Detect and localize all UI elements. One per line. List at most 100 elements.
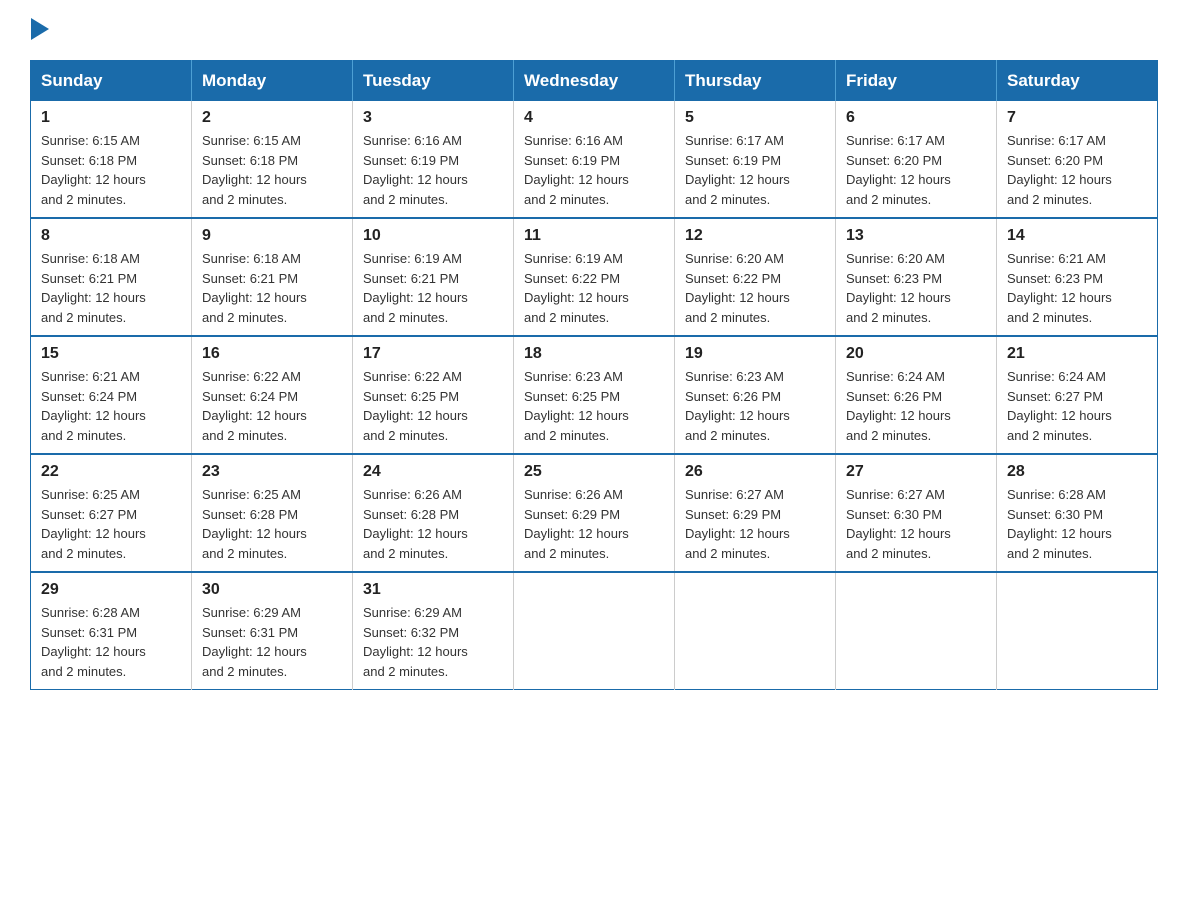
calendar-cell: 24 Sunrise: 6:26 AM Sunset: 6:28 PM Dayl… <box>353 454 514 572</box>
day-info: Sunrise: 6:29 AM Sunset: 6:31 PM Dayligh… <box>202 603 342 681</box>
weekday-header-tuesday: Tuesday <box>353 61 514 102</box>
calendar-cell <box>997 572 1158 690</box>
calendar-week-row: 29 Sunrise: 6:28 AM Sunset: 6:31 PM Dayl… <box>31 572 1158 690</box>
calendar-cell: 20 Sunrise: 6:24 AM Sunset: 6:26 PM Dayl… <box>836 336 997 454</box>
day-number: 27 <box>846 463 986 481</box>
day-number: 18 <box>524 345 664 363</box>
day-number: 2 <box>202 109 342 127</box>
day-number: 11 <box>524 227 664 245</box>
day-info: Sunrise: 6:19 AM Sunset: 6:21 PM Dayligh… <box>363 249 503 327</box>
day-info: Sunrise: 6:24 AM Sunset: 6:26 PM Dayligh… <box>846 367 986 445</box>
calendar-cell: 27 Sunrise: 6:27 AM Sunset: 6:30 PM Dayl… <box>836 454 997 572</box>
day-number: 30 <box>202 581 342 599</box>
calendar-cell: 21 Sunrise: 6:24 AM Sunset: 6:27 PM Dayl… <box>997 336 1158 454</box>
weekday-header-monday: Monday <box>192 61 353 102</box>
logo-text <box>30 20 50 42</box>
logo-arrow-icon <box>31 18 49 40</box>
day-info: Sunrise: 6:27 AM Sunset: 6:29 PM Dayligh… <box>685 485 825 563</box>
day-info: Sunrise: 6:17 AM Sunset: 6:20 PM Dayligh… <box>1007 131 1147 209</box>
day-info: Sunrise: 6:22 AM Sunset: 6:24 PM Dayligh… <box>202 367 342 445</box>
weekday-header-saturday: Saturday <box>997 61 1158 102</box>
day-info: Sunrise: 6:22 AM Sunset: 6:25 PM Dayligh… <box>363 367 503 445</box>
calendar-cell: 8 Sunrise: 6:18 AM Sunset: 6:21 PM Dayli… <box>31 218 192 336</box>
weekday-header-sunday: Sunday <box>31 61 192 102</box>
day-info: Sunrise: 6:21 AM Sunset: 6:24 PM Dayligh… <box>41 367 181 445</box>
day-number: 3 <box>363 109 503 127</box>
calendar-week-row: 15 Sunrise: 6:21 AM Sunset: 6:24 PM Dayl… <box>31 336 1158 454</box>
calendar-cell: 30 Sunrise: 6:29 AM Sunset: 6:31 PM Dayl… <box>192 572 353 690</box>
calendar-cell: 2 Sunrise: 6:15 AM Sunset: 6:18 PM Dayli… <box>192 101 353 218</box>
day-number: 1 <box>41 109 181 127</box>
day-info: Sunrise: 6:16 AM Sunset: 6:19 PM Dayligh… <box>524 131 664 209</box>
day-number: 23 <box>202 463 342 481</box>
day-number: 21 <box>1007 345 1147 363</box>
day-number: 8 <box>41 227 181 245</box>
day-info: Sunrise: 6:26 AM Sunset: 6:29 PM Dayligh… <box>524 485 664 563</box>
day-info: Sunrise: 6:25 AM Sunset: 6:28 PM Dayligh… <box>202 485 342 563</box>
calendar-cell: 17 Sunrise: 6:22 AM Sunset: 6:25 PM Dayl… <box>353 336 514 454</box>
day-info: Sunrise: 6:20 AM Sunset: 6:22 PM Dayligh… <box>685 249 825 327</box>
calendar-week-row: 1 Sunrise: 6:15 AM Sunset: 6:18 PM Dayli… <box>31 101 1158 218</box>
calendar-cell: 25 Sunrise: 6:26 AM Sunset: 6:29 PM Dayl… <box>514 454 675 572</box>
day-info: Sunrise: 6:27 AM Sunset: 6:30 PM Dayligh… <box>846 485 986 563</box>
calendar-cell: 26 Sunrise: 6:27 AM Sunset: 6:29 PM Dayl… <box>675 454 836 572</box>
day-info: Sunrise: 6:23 AM Sunset: 6:26 PM Dayligh… <box>685 367 825 445</box>
day-info: Sunrise: 6:24 AM Sunset: 6:27 PM Dayligh… <box>1007 367 1147 445</box>
day-number: 13 <box>846 227 986 245</box>
calendar-cell <box>514 572 675 690</box>
calendar-cell: 1 Sunrise: 6:15 AM Sunset: 6:18 PM Dayli… <box>31 101 192 218</box>
day-info: Sunrise: 6:20 AM Sunset: 6:23 PM Dayligh… <box>846 249 986 327</box>
calendar-cell <box>675 572 836 690</box>
day-number: 10 <box>363 227 503 245</box>
day-number: 22 <box>41 463 181 481</box>
calendar-header-row: SundayMondayTuesdayWednesdayThursdayFrid… <box>31 61 1158 102</box>
calendar-cell: 6 Sunrise: 6:17 AM Sunset: 6:20 PM Dayli… <box>836 101 997 218</box>
calendar-cell: 29 Sunrise: 6:28 AM Sunset: 6:31 PM Dayl… <box>31 572 192 690</box>
day-info: Sunrise: 6:18 AM Sunset: 6:21 PM Dayligh… <box>202 249 342 327</box>
calendar-cell: 16 Sunrise: 6:22 AM Sunset: 6:24 PM Dayl… <box>192 336 353 454</box>
day-number: 14 <box>1007 227 1147 245</box>
day-info: Sunrise: 6:21 AM Sunset: 6:23 PM Dayligh… <box>1007 249 1147 327</box>
calendar-cell: 3 Sunrise: 6:16 AM Sunset: 6:19 PM Dayli… <box>353 101 514 218</box>
day-number: 19 <box>685 345 825 363</box>
calendar-cell: 9 Sunrise: 6:18 AM Sunset: 6:21 PM Dayli… <box>192 218 353 336</box>
calendar-cell: 23 Sunrise: 6:25 AM Sunset: 6:28 PM Dayl… <box>192 454 353 572</box>
day-number: 12 <box>685 227 825 245</box>
logo <box>30 20 50 42</box>
calendar-cell <box>836 572 997 690</box>
day-number: 20 <box>846 345 986 363</box>
calendar-cell: 13 Sunrise: 6:20 AM Sunset: 6:23 PM Dayl… <box>836 218 997 336</box>
day-info: Sunrise: 6:17 AM Sunset: 6:20 PM Dayligh… <box>846 131 986 209</box>
calendar-table: SundayMondayTuesdayWednesdayThursdayFrid… <box>30 60 1158 690</box>
calendar-cell: 11 Sunrise: 6:19 AM Sunset: 6:22 PM Dayl… <box>514 218 675 336</box>
day-info: Sunrise: 6:18 AM Sunset: 6:21 PM Dayligh… <box>41 249 181 327</box>
calendar-cell: 4 Sunrise: 6:16 AM Sunset: 6:19 PM Dayli… <box>514 101 675 218</box>
calendar-cell: 5 Sunrise: 6:17 AM Sunset: 6:19 PM Dayli… <box>675 101 836 218</box>
day-info: Sunrise: 6:28 AM Sunset: 6:30 PM Dayligh… <box>1007 485 1147 563</box>
day-info: Sunrise: 6:25 AM Sunset: 6:27 PM Dayligh… <box>41 485 181 563</box>
day-number: 24 <box>363 463 503 481</box>
day-number: 16 <box>202 345 342 363</box>
calendar-cell: 7 Sunrise: 6:17 AM Sunset: 6:20 PM Dayli… <box>997 101 1158 218</box>
day-number: 7 <box>1007 109 1147 127</box>
weekday-header-wednesday: Wednesday <box>514 61 675 102</box>
day-number: 4 <box>524 109 664 127</box>
day-info: Sunrise: 6:19 AM Sunset: 6:22 PM Dayligh… <box>524 249 664 327</box>
day-info: Sunrise: 6:29 AM Sunset: 6:32 PM Dayligh… <box>363 603 503 681</box>
page-header <box>30 20 1158 42</box>
calendar-cell: 15 Sunrise: 6:21 AM Sunset: 6:24 PM Dayl… <box>31 336 192 454</box>
day-number: 28 <box>1007 463 1147 481</box>
day-number: 31 <box>363 581 503 599</box>
day-info: Sunrise: 6:23 AM Sunset: 6:25 PM Dayligh… <box>524 367 664 445</box>
calendar-cell: 14 Sunrise: 6:21 AM Sunset: 6:23 PM Dayl… <box>997 218 1158 336</box>
calendar-cell: 19 Sunrise: 6:23 AM Sunset: 6:26 PM Dayl… <box>675 336 836 454</box>
calendar-cell: 22 Sunrise: 6:25 AM Sunset: 6:27 PM Dayl… <box>31 454 192 572</box>
calendar-cell: 31 Sunrise: 6:29 AM Sunset: 6:32 PM Dayl… <box>353 572 514 690</box>
day-number: 25 <box>524 463 664 481</box>
day-info: Sunrise: 6:17 AM Sunset: 6:19 PM Dayligh… <box>685 131 825 209</box>
day-number: 17 <box>363 345 503 363</box>
weekday-header-thursday: Thursday <box>675 61 836 102</box>
calendar-week-row: 8 Sunrise: 6:18 AM Sunset: 6:21 PM Dayli… <box>31 218 1158 336</box>
day-number: 9 <box>202 227 342 245</box>
day-number: 5 <box>685 109 825 127</box>
